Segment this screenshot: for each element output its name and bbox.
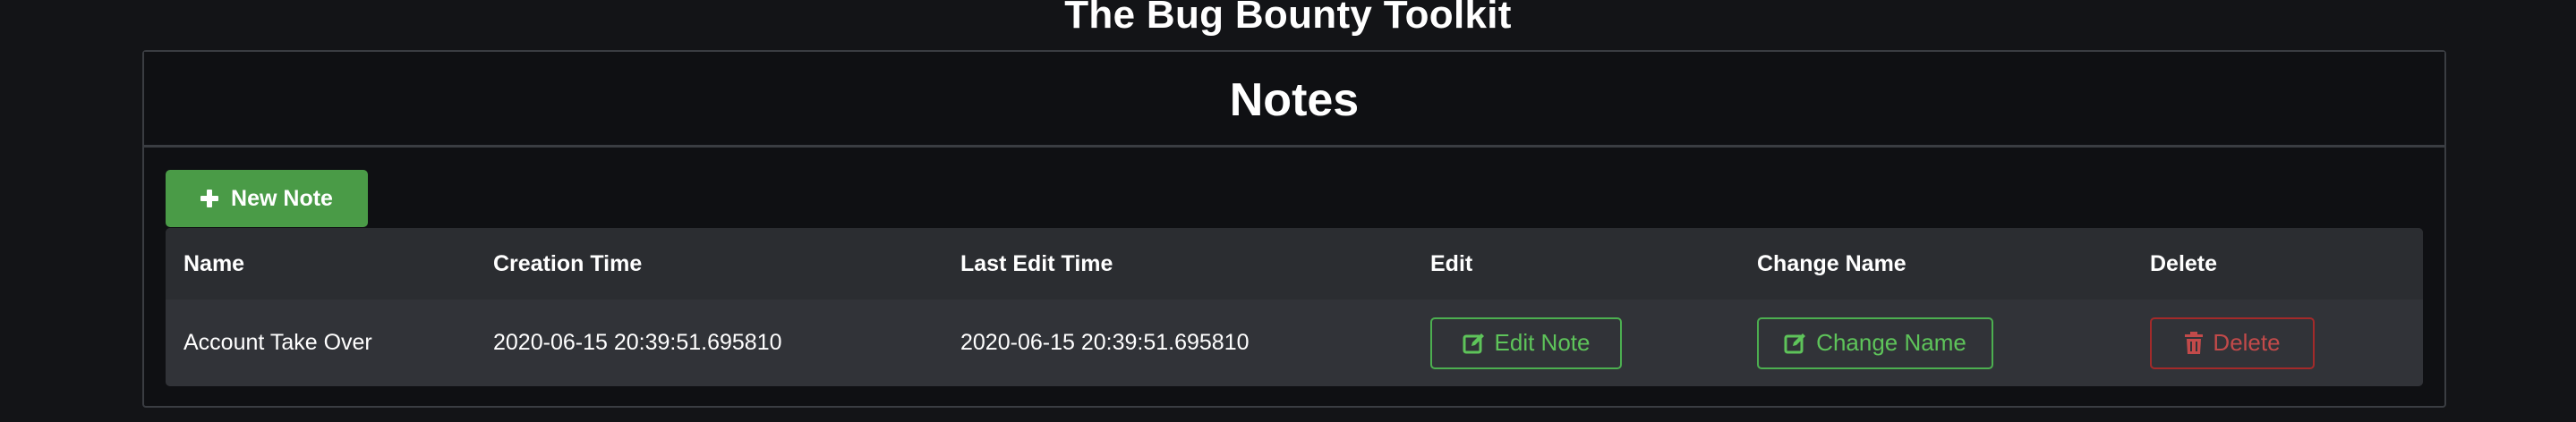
edit-cell: Edit Note <box>1430 300 1622 386</box>
header-creation-time: Creation Time <box>493 250 643 276</box>
note-creation-time: 2020-06-15 20:39:51.695810 <box>493 330 782 355</box>
site-title: The Bug Bounty Toolkit <box>1064 0 1512 37</box>
card-title: Notes <box>1229 74 1360 126</box>
edit-icon <box>1463 333 1484 353</box>
change-name-label: Change Name <box>1816 329 1966 356</box>
change-name-cell: Change Name <box>1757 300 1993 386</box>
header-name: Name <box>183 250 245 276</box>
note-last-edit-time: 2020-06-15 20:39:51.695810 <box>960 330 1250 355</box>
header-delete: Delete <box>2150 250 2218 276</box>
edit-note-button[interactable]: Edit Note <box>1430 316 1622 369</box>
note-name: Account Take Over <box>183 330 372 355</box>
header-edit: Edit <box>1430 250 1473 276</box>
card-header: Notes <box>144 52 2444 148</box>
delete-cell: Delete <box>2150 300 2315 386</box>
table-row: Account Take Over 2020-06-15 20:39:51.69… <box>166 300 2423 386</box>
table-header-row: Name Creation Time Last Edit Time Edit C… <box>166 228 2423 300</box>
new-note-label: New Note <box>231 185 333 211</box>
header-last-edit-time: Last Edit Time <box>960 250 1113 276</box>
new-note-button[interactable]: New Note <box>166 170 368 227</box>
plus-icon <box>200 190 219 207</box>
edit-note-label: Edit Note <box>1494 329 1591 356</box>
notes-card: Notes New Note Name Creation Time Last E… <box>142 50 2446 408</box>
edit-icon <box>1784 333 1806 353</box>
delete-label: Delete <box>2213 329 2281 356</box>
change-name-button[interactable]: Change Name <box>1757 316 1993 369</box>
trash-icon <box>2185 331 2204 354</box>
header-change-name: Change Name <box>1757 250 1906 276</box>
page: The Bug Bounty Toolkit Notes New Note Na… <box>0 0 2576 422</box>
delete-button[interactable]: Delete <box>2150 316 2315 369</box>
notes-table: Name Creation Time Last Edit Time Edit C… <box>166 228 2423 386</box>
